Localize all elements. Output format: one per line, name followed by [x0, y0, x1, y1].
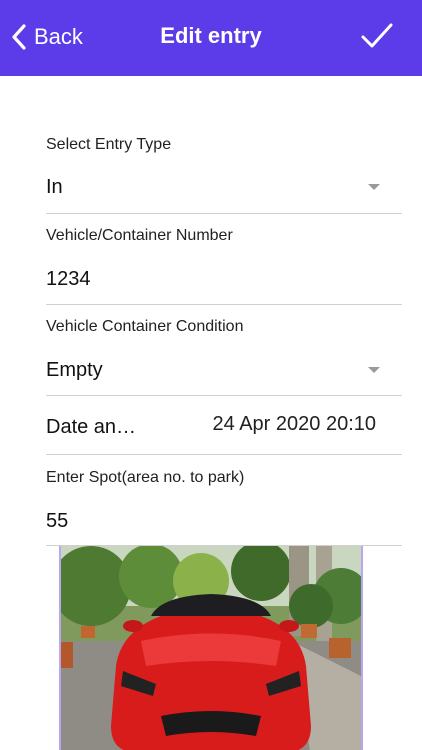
checkmark-icon: [361, 23, 393, 48]
caret-down-icon: [368, 184, 380, 190]
vehicle-number-field[interactable]: Vehicle/Container Number 1234: [46, 227, 402, 305]
condition-value: Empty: [46, 359, 103, 381]
date-label: Date an…: [46, 416, 137, 438]
condition-select[interactable]: Vehicle Container Condition Empty: [46, 318, 402, 396]
spot-input[interactable]: 55: [46, 510, 68, 533]
entry-type-value: In: [46, 176, 63, 198]
spot-field[interactable]: Enter Spot(area no. to park) 55: [46, 469, 402, 547]
caret-down-icon: [368, 367, 380, 373]
vehicle-number-label: Vehicle/Container Number: [46, 227, 233, 244]
date-picker-row[interactable]: Date an… 24 Apr 2020 20:10: [46, 396, 402, 456]
app-header: Back Edit entry: [0, 0, 422, 76]
edit-entry-screen: Back Edit entry Select Entry Type In Veh…: [0, 0, 422, 750]
divider: [46, 454, 402, 455]
save-button[interactable]: [360, 20, 394, 52]
vehicle-photo-image: [61, 546, 361, 750]
divider: [46, 213, 402, 214]
page-title: Edit entry: [160, 23, 262, 48]
vehicle-photo[interactable]: [59, 546, 363, 750]
spot-label: Enter Spot(area no. to park): [46, 469, 245, 486]
entry-type-label: Select Entry Type: [46, 136, 172, 153]
vehicle-number-input[interactable]: 1234: [46, 268, 91, 291]
date-value[interactable]: 24 Apr 2020 20:10: [213, 413, 376, 436]
divider: [46, 304, 402, 305]
entry-type-select[interactable]: Select Entry Type In: [46, 136, 402, 214]
condition-label: Vehicle Container Condition: [46, 318, 244, 335]
